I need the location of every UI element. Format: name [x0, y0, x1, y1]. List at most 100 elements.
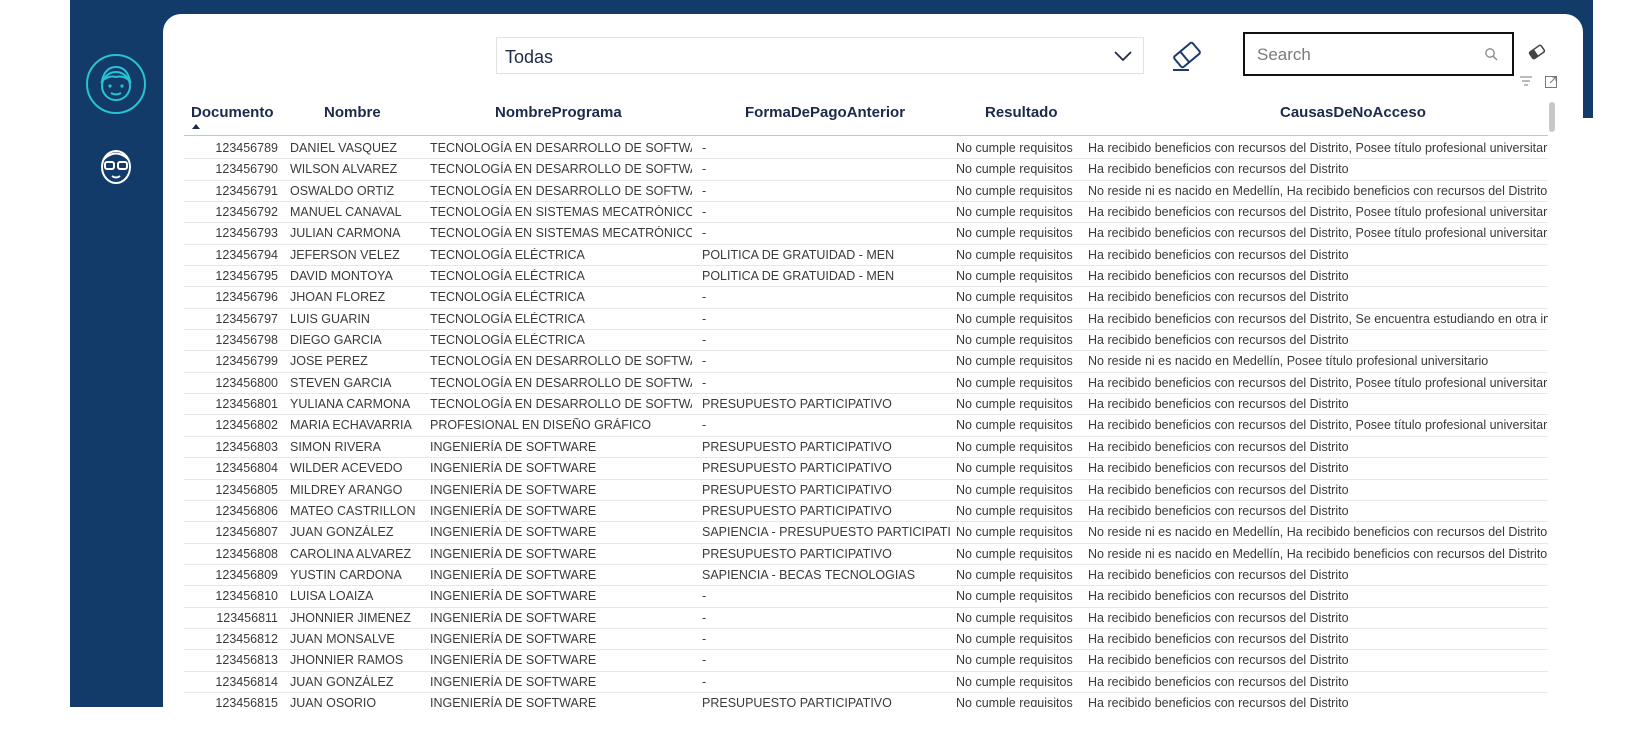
cell-documento: 123456800	[215, 375, 278, 390]
cell-programa: INGENIERÍA DE SOFTWARE	[430, 589, 597, 604]
cell-nombre: OSWALDO ORTIZ	[290, 183, 395, 198]
cell-documento: 123456813	[215, 653, 278, 668]
program-filter-dropdown[interactable]: Todas	[496, 37, 1144, 74]
column-header-resultado[interactable]: Resultado	[985, 104, 1058, 121]
table-row[interactable]: 123456807 JUAN GONZÁLEZ INGENIERÍA DE SOFT…	[184, 522, 1548, 544]
table-row[interactable]: 123456813 JHONNIER RAMOS INGENIERÍA DE SOF…	[184, 650, 1548, 672]
cell-nombre: JHONNIER RAMOS	[290, 653, 404, 668]
cell-nombre: WILSON ALVAREZ	[290, 162, 398, 177]
cell-documento: 123456790	[215, 162, 278, 177]
table-row[interactable]: 123456793 JULIAN CARMONA TECNOLOGÍA EN SIS…	[184, 223, 1548, 245]
cell-nombre: LUISA LOAIZA	[290, 589, 374, 604]
cell-documento: 123456792	[215, 205, 278, 220]
cell-nombre: DIEGO GARCIA	[290, 333, 382, 348]
cell-programa: TECNOLOGÍA EN DESARROLLO DE SOFTWARE	[430, 183, 692, 198]
cell-resultado: No cumple requisitos	[956, 290, 1073, 305]
cell-programa: TECNOLOGÍA EN DESARROLLO DE SOFTWARE	[430, 354, 692, 369]
cell-resultado: No cumple requisitos	[956, 610, 1073, 625]
cell-documento: 123456789	[215, 141, 278, 155]
dropdown-selected-value: Todas	[505, 47, 554, 67]
table-row[interactable]: 123456805 MILDREY ARANGO INGENIERÍA DE SOF…	[184, 480, 1548, 501]
cell-resultado: No cumple requisitos	[956, 141, 1073, 155]
cell-resultado: No cumple requisitos	[956, 205, 1073, 220]
table-row[interactable]: 123456790 WILSON ALVAREZ TECNOLOGÍA EN DES…	[184, 159, 1548, 181]
cell-nombre: MILDREY ARANGO	[290, 482, 403, 497]
clear-search-eraser-icon[interactable]	[1527, 44, 1547, 60]
table-row[interactable]: 123456803 SIMON RIVERA INGENIERÍA DE SOFTW…	[184, 437, 1548, 459]
table-row[interactable]: 123456789 DANIEL VASQUEZ TECNOLOGÍA EN DES…	[184, 138, 1548, 160]
table-row[interactable]: 123456808 CAROLINA ALVAREZ INGENIERÍA DE S…	[184, 544, 1548, 565]
cell-nombre: MANUEL CANAVAL	[290, 205, 402, 220]
table-row[interactable]: 123456814 JUAN GONZÁLEZ INGENIERÍA DE SOFT…	[184, 672, 1548, 693]
column-header-programa[interactable]: NombrePrograma	[495, 104, 622, 121]
table-row[interactable]: 123456796 JHOAN FLOREZ TECNOLOGÍA ELÉCTRIC…	[184, 287, 1548, 309]
table-row[interactable]: 123456806 MATEO CASTRILLON INGENIERÍA DE S…	[184, 501, 1548, 523]
face-avatar-icon[interactable]	[85, 53, 147, 115]
cell-nombre: MARIA ECHAVARRIA	[290, 418, 412, 433]
cell-forma-pago: PRESUPUESTO PARTICIPATIVO	[702, 546, 892, 561]
filter-icon[interactable]	[1520, 76, 1532, 86]
cell-programa: TECNOLOGÍA ELÉCTRICA	[430, 311, 585, 326]
cell-resultado: No cumple requisitos	[956, 247, 1073, 262]
table-row[interactable]: 123456804 WILDER ACEVEDO INGENIERÍA DE SOF…	[184, 458, 1548, 480]
cell-programa: INGENIERÍA DE SOFTWARE	[430, 631, 597, 646]
cell-forma-pago: -	[702, 418, 707, 433]
cell-documento: 123456808	[215, 546, 278, 561]
cell-causas: Ha recibido beneficios con recursos del …	[1088, 333, 1349, 348]
cell-resultado: No cumple requisitos	[956, 269, 1073, 284]
focus-mode-icon[interactable]	[1545, 76, 1557, 88]
table-row[interactable]: 123456797 LUIS GUARIN TECNOLOGÍA ELÉCTRICA…	[184, 309, 1548, 331]
cell-causas: Ha recibido beneficios con recursos del …	[1088, 674, 1349, 689]
column-header-nombre[interactable]: Nombre	[324, 104, 381, 121]
cell-nombre: LUIS GUARIN	[290, 311, 370, 326]
table-row[interactable]: 123456798 DIEGO GARCIA TECNOLOGÍA ELÉCTRIC…	[184, 330, 1548, 352]
table-row[interactable]: 123456815 JUAN OSORIO INGENIERÍA DE SOFTWA…	[184, 693, 1548, 707]
table-row[interactable]: 123456794 JEFERSON VELEZ TECNOLOGÍA ELÉCTR…	[184, 245, 1548, 267]
table-row[interactable]: 123456799 JOSE PEREZ TECNOLOGÍA EN DESARRO…	[184, 351, 1548, 373]
search-icon[interactable]	[1484, 47, 1498, 61]
cell-nombre: JHONNIER JIMENEZ	[290, 610, 411, 625]
glasses-avatar-icon[interactable]	[98, 145, 134, 185]
cell-causas: No reside ni es nacido en Medellín, Ha r…	[1088, 546, 1548, 561]
cell-causas: Ha recibido beneficios con recursos del …	[1088, 695, 1349, 707]
table-row[interactable]: 123456795 DAVID MONTOYA TECNOLOGÍA ELÉCTRI…	[184, 266, 1548, 288]
column-header-causas[interactable]: CausasDeNoAcceso	[1280, 104, 1426, 121]
table-row[interactable]: 123456809 YUSTIN CARDONA INGENIERÍA DE SOF…	[184, 565, 1548, 587]
search-input[interactable]	[1255, 42, 1479, 68]
cell-nombre: YUSTIN CARDONA	[290, 567, 402, 582]
cell-resultado: No cumple requisitos	[956, 418, 1073, 433]
cell-forma-pago: -	[702, 589, 707, 604]
cell-causas: Ha recibido beneficios con recursos del …	[1088, 226, 1548, 241]
cell-resultado: No cumple requisitos	[956, 631, 1073, 646]
cell-programa: INGENIERÍA DE SOFTWARE	[430, 610, 597, 625]
table-row[interactable]: 123456810 LUISA LOAIZA INGENIERÍA DE SOFTW…	[184, 586, 1548, 608]
cell-causas: Ha recibido beneficios con recursos del …	[1088, 503, 1349, 518]
cell-causas: Ha recibido beneficios con recursos del …	[1088, 631, 1349, 646]
search-box[interactable]	[1243, 32, 1514, 76]
cell-programa: TECNOLOGÍA EN DESARROLLO DE SOFTWARE	[430, 375, 692, 390]
cell-causas: No reside ni es nacido en Medellín, Pose…	[1088, 354, 1489, 369]
cell-resultado: No cumple requisitos	[956, 482, 1073, 497]
vertical-scrollbar[interactable]	[1549, 102, 1555, 132]
cell-documento: 123456809	[215, 567, 278, 582]
table-row[interactable]: 123456800 STEVEN GARCIA TECNOLOGÍA EN DESA…	[184, 373, 1548, 395]
table-row[interactable]: 123456801 YULIANA CARMONA TECNOLOGÍA EN DE…	[184, 394, 1548, 416]
table-row[interactable]: 123456791 OSWALDO ORTIZ TECNOLOGÍA EN DESA…	[184, 181, 1548, 203]
cell-programa: INGENIERÍA DE SOFTWARE	[430, 525, 597, 540]
table-row[interactable]: 123456792 MANUEL CANAVAL TECNOLOGÍA EN SIS…	[184, 202, 1548, 224]
cell-documento: 123456795	[215, 269, 278, 284]
column-header-documento[interactable]: Documento	[191, 104, 274, 121]
cell-causas: Ha recibido beneficios con recursos del …	[1088, 418, 1548, 433]
cell-programa: TECNOLOGÍA EN DESARROLLO DE SOFTWARE	[430, 162, 692, 177]
table-row[interactable]: 123456802 MARIA ECHAVARRIA PROFESIONAL EN …	[184, 415, 1548, 437]
eraser-icon[interactable]	[1169, 38, 1205, 72]
cell-documento: 123456806	[215, 503, 278, 518]
table-row[interactable]: 123456812 JUAN MONSALVE INGENIERÍA DE SOFT…	[184, 629, 1548, 651]
cell-nombre: JHOAN FLOREZ	[290, 290, 386, 305]
cell-documento: 123456802	[215, 418, 278, 433]
cell-documento: 123456791	[215, 183, 278, 198]
cell-forma-pago: POLITICA DE GRATUIDAD - MEN	[702, 247, 895, 262]
column-header-forma-pago[interactable]: FormaDePagoAnterior	[745, 104, 905, 121]
table-row[interactable]: 123456811 JHONNIER JIMENEZ INGENIERÍA DE S…	[184, 608, 1548, 629]
cell-forma-pago: POLITICA DE GRATUIDAD - MEN	[702, 269, 895, 284]
